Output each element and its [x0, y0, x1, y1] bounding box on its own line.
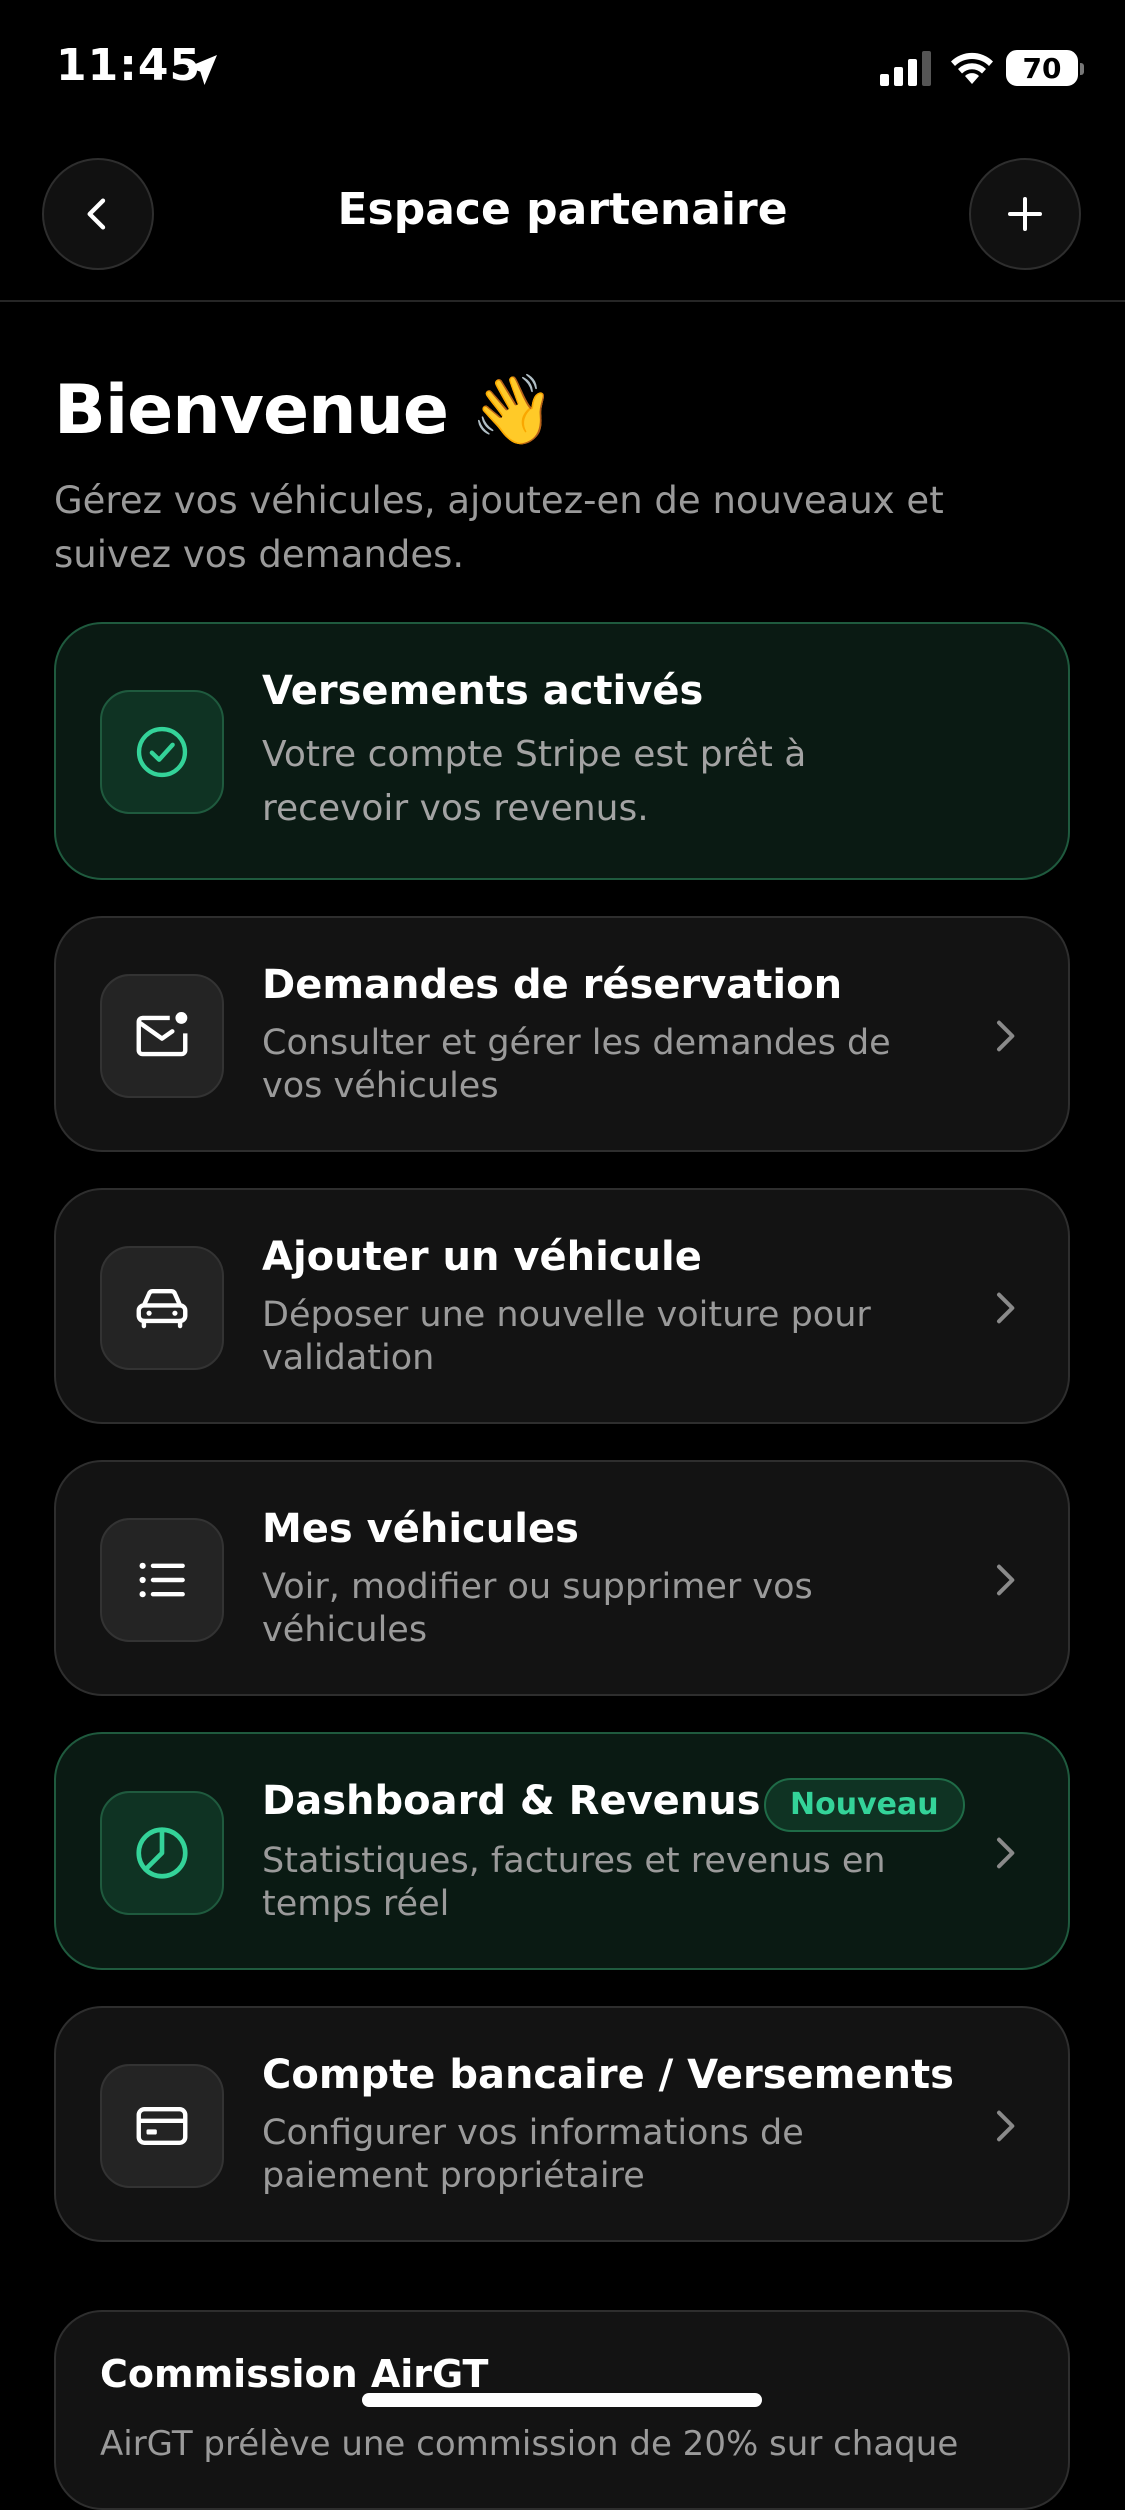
list-icon [139, 1562, 185, 1598]
card-description: Configurer vos informations de paiement … [262, 2113, 804, 2196]
header: Espace partenaire [0, 150, 1125, 302]
cellular-signal-icon [880, 51, 931, 86]
icon-box [100, 1791, 224, 1915]
dashboard-revenue-card[interactable]: Dashboard & Revenus Nouveau Statistiques… [54, 1732, 1070, 1970]
bank-account-card[interactable]: Compte bancaire / Versements Configurer … [54, 2006, 1070, 2242]
booking-requests-card[interactable]: Demandes de réservation Consulter et gér… [54, 916, 1070, 1152]
credit-card-icon [136, 2107, 188, 2145]
icon-box [100, 2064, 224, 2188]
card-title: Demandes de réservation [262, 962, 843, 1008]
card-title: Versements activés [262, 668, 704, 714]
chevron-right-icon [997, 1292, 1015, 1324]
icon-box [100, 1518, 224, 1642]
card-title: Compte bancaire / Versements [262, 2052, 954, 2098]
card-description: Déposer une nouvelle voiture pour valida… [262, 1295, 871, 1378]
status-time: 11:45 [56, 40, 202, 91]
icon-box [100, 974, 224, 1098]
pie-chart-icon [136, 1827, 188, 1879]
icon-box [100, 690, 224, 814]
mail-notification-icon [136, 1011, 188, 1057]
card-title: Dashboard & Revenus [262, 1778, 761, 1824]
battery-indicator: 70 [1006, 50, 1084, 86]
add-button[interactable] [969, 158, 1081, 270]
card-description: Votre compte Stripe est prêt à recevoir … [262, 734, 807, 829]
chevron-right-icon [997, 1020, 1015, 1052]
car-icon [136, 1289, 188, 1329]
plus-icon [1008, 197, 1042, 231]
new-badge: Nouveau [764, 1778, 965, 1832]
home-indicator[interactable] [362, 2393, 762, 2407]
chevron-right-icon [997, 1837, 1015, 1869]
wifi-icon [951, 52, 993, 84]
status-bar: 11:45 70 [0, 0, 1125, 140]
my-vehicles-card[interactable]: Mes véhicules Voir, modifier ou supprime… [54, 1460, 1070, 1696]
welcome-title: Bienvenue 👋 [54, 371, 555, 450]
card-description: Statistiques, factures et revenus en tem… [262, 1841, 886, 1924]
commission-title: Commission AirGT [100, 2352, 489, 2396]
page-title: Espace partenaire [337, 184, 788, 235]
commission-text: AirGT prélève une commission de 20% sur … [100, 2424, 959, 2464]
chevron-right-icon [997, 1564, 1015, 1596]
card-description: Consulter et gérer les demandes de vos v… [262, 1023, 891, 1106]
icon-box [100, 1246, 224, 1370]
card-description: Voir, modifier ou supprimer vos véhicule… [262, 1567, 813, 1650]
check-circle-icon [136, 726, 188, 778]
card-title: Mes véhicules [262, 1506, 579, 1552]
commission-card: Commission AirGT AirGT prélève une commi… [54, 2310, 1070, 2510]
payouts-status-card: Versements activés Votre compte Stripe e… [54, 622, 1070, 880]
welcome-subtitle: Gérez vos véhicules, ajoutez-en de nouve… [54, 479, 944, 576]
chevron-right-icon [997, 2110, 1015, 2142]
location-arrow-icon [187, 55, 217, 85]
card-title: Ajouter un véhicule [262, 1234, 702, 1280]
add-vehicle-card[interactable]: Ajouter un véhicule Déposer une nouvelle… [54, 1188, 1070, 1424]
